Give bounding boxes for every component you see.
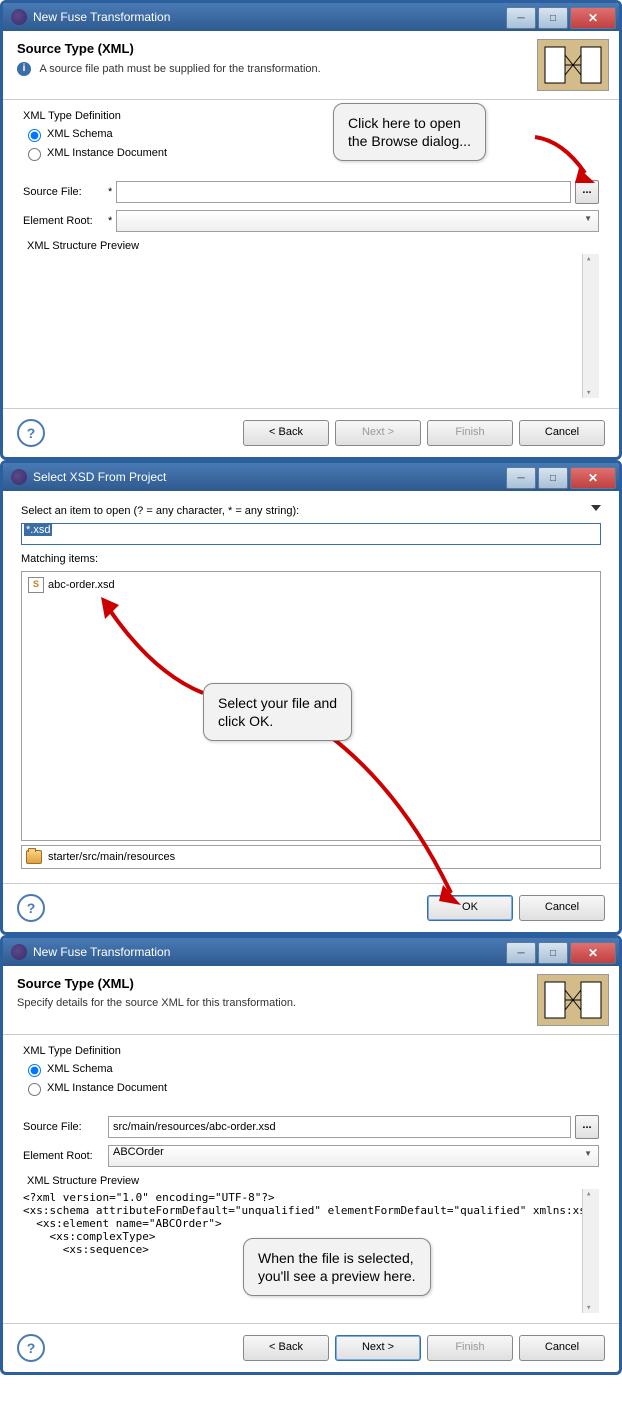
folder-icon (26, 850, 42, 864)
transform-icon (537, 974, 609, 1026)
element-root-label: Element Root: (23, 215, 108, 227)
eclipse-icon (11, 9, 27, 25)
callout-browse: Click here to open the Browse dialog... (333, 103, 486, 161)
list-item-label: abc-order.xsd (48, 579, 115, 591)
finish-button: Finish (427, 420, 513, 446)
scrollbar[interactable] (582, 1189, 599, 1313)
element-root-select[interactable]: ABCOrder (108, 1145, 599, 1167)
close-button[interactable]: ✕ (570, 467, 616, 489)
callout-preview: When the file is selected, you'll see a … (243, 1238, 431, 1296)
radio-xml-instance-label: XML Instance Document (47, 147, 167, 159)
xml-type-label: XML Type Definition (23, 1045, 599, 1057)
arrow-browse (533, 133, 603, 193)
header-text: Specify details for the source XML for t… (17, 997, 296, 1009)
arrow-ok (323, 733, 473, 913)
xml-type-label: XML Type Definition (23, 110, 599, 122)
radio-xml-schema-label: XML Schema (47, 128, 113, 140)
radio-xml-instance-input[interactable] (28, 1083, 41, 1096)
path-box: starter/src/main/resources (21, 845, 601, 869)
radio-xml-instance[interactable]: XML Instance Document (23, 1080, 599, 1096)
close-button[interactable]: ✕ (570, 7, 616, 29)
cancel-button[interactable]: Cancel (519, 420, 605, 446)
element-root-label: Element Root: (23, 1150, 108, 1162)
window-title: New Fuse Transformation (33, 945, 504, 959)
required-asterisk: * (108, 215, 112, 227)
source-file-input[interactable] (116, 181, 571, 203)
close-button[interactable]: ✕ (570, 942, 616, 964)
maximize-button[interactable]: □ (538, 467, 568, 489)
matching-label: Matching items: (21, 553, 601, 565)
preview-box (23, 254, 599, 398)
radio-xml-schema[interactable]: XML Schema (23, 1061, 599, 1077)
list-item[interactable]: S abc-order.xsd (26, 576, 596, 594)
help-button[interactable]: ? (17, 1334, 45, 1362)
eclipse-icon (11, 469, 27, 485)
minimize-button[interactable]: ─ (506, 942, 536, 964)
radio-xml-schema-input[interactable] (28, 129, 41, 142)
header-title: Source Type (XML) (17, 976, 605, 991)
radio-xml-schema-input[interactable] (28, 1064, 41, 1077)
cancel-button[interactable]: Cancel (519, 1335, 605, 1361)
browse-button[interactable]: ... (575, 1115, 599, 1139)
preview-label: XML Structure Preview (27, 1175, 599, 1187)
select-prompt: Select an item to open (? = any characte… (21, 505, 601, 517)
next-button[interactable]: Next > (335, 1335, 421, 1361)
header-title: Source Type (XML) (17, 41, 605, 56)
cancel-button[interactable]: Cancel (519, 895, 605, 921)
radio-xml-instance[interactable]: XML Instance Document (23, 145, 599, 161)
titlebar: New Fuse Transformation ─ □ ✕ (3, 938, 619, 966)
titlebar: New Fuse Transformation ─ □ ✕ (3, 3, 619, 31)
back-button[interactable]: < Back (243, 1335, 329, 1361)
maximize-button[interactable]: □ (538, 942, 568, 964)
info-icon: i (17, 62, 31, 76)
scrollbar[interactable] (582, 254, 599, 398)
transform-icon (537, 39, 609, 91)
xsd-file-icon: S (28, 577, 44, 593)
back-button[interactable]: < Back (243, 420, 329, 446)
help-button[interactable]: ? (17, 419, 45, 447)
element-root-select[interactable] (116, 210, 599, 232)
source-file-label: Source File: (23, 1121, 108, 1133)
radio-xml-schema-label: XML Schema (47, 1063, 113, 1075)
help-button[interactable]: ? (17, 894, 45, 922)
window-title: New Fuse Transformation (33, 10, 504, 24)
arrow-file (93, 593, 213, 703)
finish-button: Finish (427, 1335, 513, 1361)
header-text: A source file path must be supplied for … (39, 63, 320, 75)
radio-xml-schema[interactable]: XML Schema (23, 126, 599, 142)
next-button: Next > (335, 420, 421, 446)
minimize-button[interactable]: ─ (506, 7, 536, 29)
radio-xml-instance-label: XML Instance Document (47, 1082, 167, 1094)
preview-label: XML Structure Preview (27, 240, 599, 252)
titlebar: Select XSD From Project ─ □ ✕ (3, 463, 619, 491)
menu-dropdown-icon[interactable] (591, 505, 601, 511)
callout-select: Select your file and click OK. (203, 683, 352, 741)
window-title: Select XSD From Project (33, 470, 504, 484)
minimize-button[interactable]: ─ (506, 467, 536, 489)
source-file-input[interactable] (108, 1116, 571, 1138)
filter-input[interactable]: *.xsd (21, 523, 601, 545)
maximize-button[interactable]: □ (538, 7, 568, 29)
required-asterisk: * (108, 186, 112, 198)
source-file-label: Source File: (23, 186, 108, 198)
radio-xml-instance-input[interactable] (28, 148, 41, 161)
path-text: starter/src/main/resources (48, 851, 175, 863)
eclipse-icon (11, 944, 27, 960)
